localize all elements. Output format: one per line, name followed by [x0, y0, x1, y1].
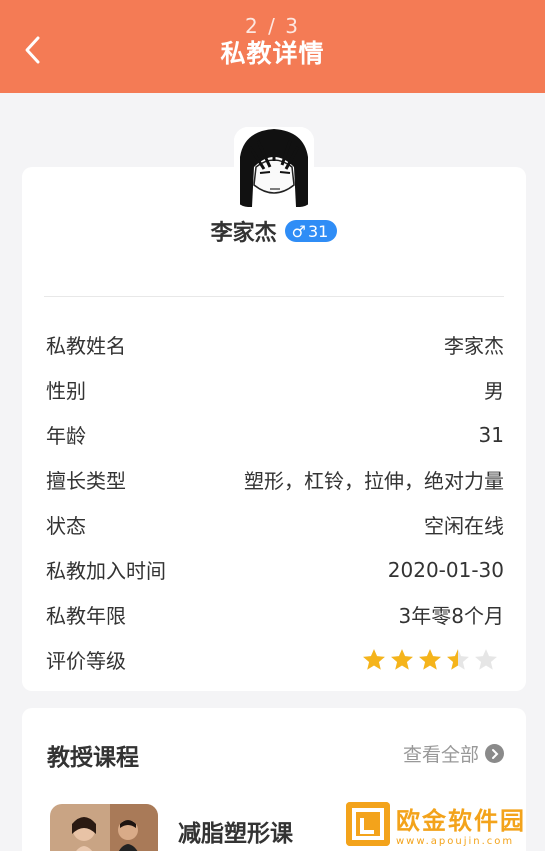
avatar[interactable] [234, 127, 314, 207]
view-all-link[interactable]: 查看全部 [403, 740, 504, 767]
detail-label: 私教年限 [46, 604, 126, 628]
star-icon [363, 648, 385, 670]
detail-value: 2020-01-30 [387, 557, 504, 582]
view-all-label: 查看全部 [402, 744, 479, 766]
star-icon [419, 648, 441, 670]
watermark-url: www.apoujin.com [396, 835, 515, 847]
detail-label: 评价等级 [46, 649, 126, 673]
name-row: 李家杰 ♂ 31 [22, 215, 526, 247]
course-thumbnail [50, 804, 158, 851]
watermark-text: 欧金软件园 www.apoujin.com [396, 801, 526, 847]
watermark-logo-icon [346, 801, 390, 846]
star-icon [447, 648, 469, 670]
watermark: 欧金软件园 www.apoujin.com [346, 800, 540, 847]
detail-value: 李家杰 [444, 334, 504, 358]
avatar-image [234, 127, 314, 207]
coach-name: 李家杰 [210, 221, 277, 246]
detail-label: 性别 [46, 379, 86, 403]
detail-label: 年龄 [46, 424, 86, 448]
details-list: 私教姓名 李家杰 性别 男 年龄 31 擅长类型 塑形，杠铃，拉伸，绝对力量 状… [46, 322, 504, 682]
detail-row-gender: 性别 男 [46, 367, 504, 412]
profile-card: 李家杰 ♂ 31 私教姓名 李家杰 性别 男 年龄 31 擅长类型 塑形，杠铃，… [22, 127, 526, 691]
detail-label: 私教姓名 [46, 334, 126, 358]
detail-label: 擅长类型 [46, 469, 126, 493]
chevron-right-icon [485, 744, 504, 763]
male-icon: ♂ [291, 221, 306, 241]
rating-stars [362, 648, 498, 672]
section-title: 教授课程 [47, 745, 139, 771]
detail-value: 塑形，杠铃，拉伸，绝对力量 [244, 469, 504, 493]
detail-row-join-date: 私教加入时间 2020-01-30 [46, 547, 504, 592]
gender-age-badge: ♂ 31 [284, 220, 338, 242]
top-bar: 2 / 3 私教详情 [0, 0, 545, 93]
age-badge-value: 31 [308, 221, 329, 241]
detail-row-status: 状态 空闲在线 [46, 502, 504, 547]
detail-row-specialty: 擅长类型 塑形，杠铃，拉伸，绝对力量 [46, 457, 504, 502]
detail-row-name: 私教姓名 李家杰 [46, 322, 504, 367]
detail-value: 3年零8个月 [398, 604, 504, 628]
star-icon [391, 648, 413, 670]
detail-value: 空闲在线 [424, 514, 504, 538]
detail-value: 男 [484, 379, 504, 403]
detail-label: 私教加入时间 [46, 559, 166, 583]
course-name: 减脂塑形课 [178, 821, 293, 847]
watermark-title: 欧金软件园 [396, 806, 526, 835]
page-title: 私教详情 [220, 39, 325, 68]
detail-row-age: 年龄 31 [46, 412, 504, 457]
detail-row-tenure: 私教年限 3年零8个月 [46, 592, 504, 637]
detail-row-rating: 评价等级 [46, 637, 504, 682]
star-icon [475, 648, 497, 670]
divider [44, 296, 504, 297]
detail-label: 状态 [46, 514, 86, 538]
detail-value: 31 [478, 422, 504, 447]
